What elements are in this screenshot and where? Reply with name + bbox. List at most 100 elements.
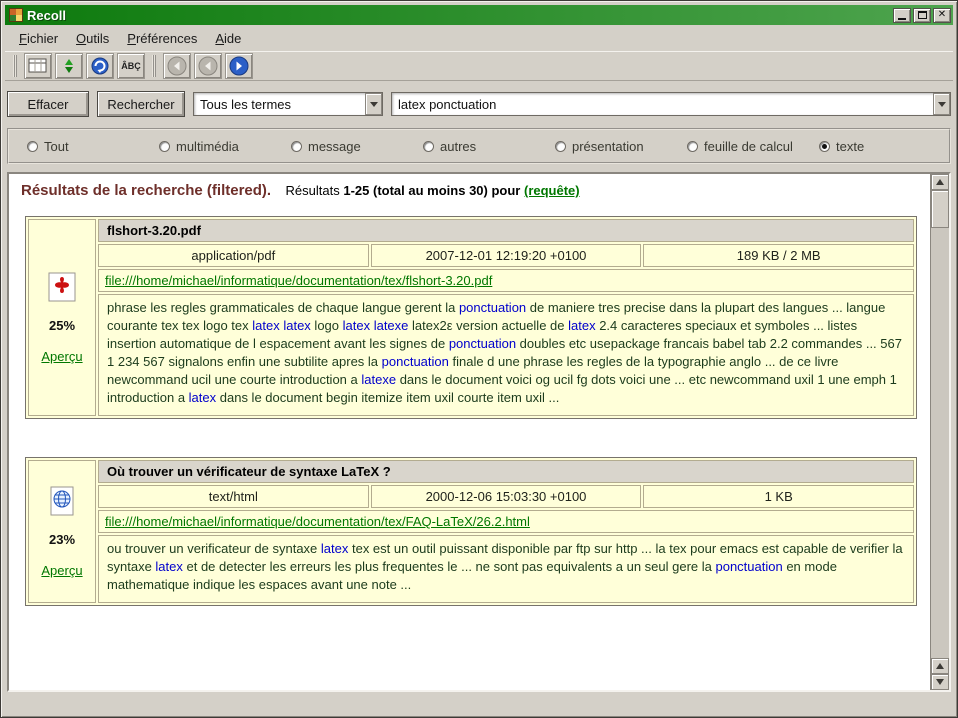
results-area: Résultats de la recherche (filtered). Ré…: [7, 172, 951, 692]
recoll-window: Recoll ✕ Fichier Outils Préférences Aide…: [0, 0, 958, 718]
preview-link[interactable]: Aperçu: [41, 563, 82, 578]
menu-aide[interactable]: Aide: [207, 29, 249, 48]
filter-autres[interactable]: autres: [423, 139, 555, 154]
search-mode-dropdown-button[interactable]: [365, 93, 382, 115]
first-page-button[interactable]: [163, 53, 191, 79]
history-globe-icon: [91, 57, 109, 75]
filter-texte[interactable]: texte: [819, 139, 864, 154]
clear-search-button[interactable]: [24, 53, 52, 79]
results-vertical-scrollbar[interactable]: [930, 174, 949, 690]
result-url-row: file:///home/michael/informatique/docume…: [98, 269, 914, 292]
result-1-doc-cell: 25% Aperçu: [28, 219, 96, 416]
result-item-1: 25% Aperçu flshort-3.20.pdf application/…: [25, 216, 917, 419]
previous-page-button[interactable]: [194, 53, 222, 79]
forward-arrow-icon: [229, 56, 249, 76]
result-1-main: flshort-3.20.pdf application/pdf 2007-12…: [98, 219, 914, 416]
recoll-app-icon: [9, 8, 23, 22]
radio-icon: [819, 141, 830, 152]
html-page-icon: [48, 486, 76, 516]
toolbar: ÂBÇ: [5, 51, 953, 81]
document-url-link[interactable]: file:///home/michael/informatique/docume…: [105, 273, 492, 288]
filter-presentation[interactable]: présentation: [555, 139, 687, 154]
scrollbar-thumb[interactable]: [931, 190, 949, 228]
filter-message[interactable]: message: [291, 139, 423, 154]
radio-icon: [291, 141, 302, 152]
next-page-button[interactable]: [225, 53, 253, 79]
chevron-down-icon: [370, 102, 378, 107]
search-mode-combobox[interactable]: Tous les termes: [193, 92, 383, 116]
table-icon: [28, 57, 48, 75]
results-title: Résultats de la recherche (filtered).: [21, 182, 271, 199]
search-button[interactable]: Rechercher: [97, 91, 185, 117]
filter-multimedia[interactable]: multimédia: [159, 139, 291, 154]
search-query-input[interactable]: [392, 97, 933, 112]
clear-button[interactable]: Effacer: [7, 91, 89, 117]
result-snippet: ou trouver un verificateur de syntaxe la…: [98, 535, 914, 603]
query-dropdown-button[interactable]: [933, 93, 950, 115]
result-url-row: file:///home/michael/informatique/docume…: [98, 510, 914, 533]
radio-icon: [687, 141, 698, 152]
scroll-up-button[interactable]: [931, 174, 949, 190]
menu-preferences[interactable]: Préférences: [119, 29, 205, 48]
relevance-percent: 25%: [49, 318, 75, 333]
menu-fichier[interactable]: Fichier: [11, 29, 66, 48]
date-modified: 2007-12-01 12:19:20 +0100: [371, 244, 642, 267]
results-list: Résultats de la recherche (filtered). Ré…: [9, 174, 928, 690]
mime-type: text/html: [98, 485, 369, 508]
menu-outils[interactable]: Outils: [68, 29, 117, 48]
radio-icon: [423, 141, 434, 152]
radio-icon: [27, 141, 38, 152]
result-2-main: Où trouver un vérificateur de syntaxe La…: [98, 460, 914, 603]
result-meta-row: text/html 2000-12-06 15:03:30 +0100 1 KB: [98, 485, 914, 508]
arrow-up-icon: [936, 663, 944, 669]
scrollbar-track[interactable]: [931, 228, 949, 658]
arrow-up-icon: [936, 179, 944, 185]
search-mode-value: Tous les termes: [194, 97, 365, 112]
category-filterbar: Tout multimédia message autres présentat…: [7, 128, 951, 164]
menubar: Fichier Outils Préférences Aide: [5, 27, 953, 49]
result-item-2: 23% Aperçu Où trouver un vérificateur de…: [25, 457, 917, 606]
results-stats: Résultats 1-25 (total au moins 30) pour …: [286, 183, 580, 198]
close-button[interactable]: ✕: [933, 8, 951, 23]
scroll-up-button-bottom[interactable]: [931, 658, 949, 674]
show-history-button[interactable]: [86, 53, 114, 79]
titlebar: Recoll ✕: [5, 5, 953, 25]
preview-link[interactable]: Aperçu: [41, 349, 82, 364]
file-size: 1 KB: [643, 485, 914, 508]
sort-arrows-icon: [60, 57, 78, 75]
status-bar: [5, 692, 953, 712]
chevron-down-icon: [938, 102, 946, 107]
filter-feuille-de-calcul[interactable]: feuille de calcul: [687, 139, 819, 154]
result-meta-row: application/pdf 2007-12-01 12:19:20 +010…: [98, 244, 914, 267]
file-size: 189 KB / 2 MB: [643, 244, 914, 267]
spell-abc-icon: ÂBÇ: [121, 61, 141, 71]
search-bar: Effacer Rechercher Tous les termes: [7, 90, 951, 118]
maximize-icon: [918, 11, 927, 19]
results-header: Résultats de la recherche (filtered). Ré…: [17, 180, 928, 206]
back-arrow-icon-2: [198, 56, 218, 76]
result-2-doc-cell: 23% Aperçu: [28, 460, 96, 603]
relevance-percent: 23%: [49, 532, 75, 547]
document-url-link[interactable]: file:///home/michael/informatique/docume…: [105, 514, 530, 529]
minimize-icon: [898, 18, 906, 20]
sort-results-button[interactable]: [55, 53, 83, 79]
result-snippet: phrase les regles grammaticales de chaqu…: [98, 294, 914, 416]
term-explorer-button[interactable]: ÂBÇ: [117, 53, 145, 79]
filter-tout[interactable]: Tout: [27, 139, 159, 154]
radio-icon: [159, 141, 170, 152]
minimize-button[interactable]: [893, 8, 911, 23]
pdf-icon: [48, 272, 76, 302]
date-modified: 2000-12-06 15:03:30 +0100: [371, 485, 642, 508]
toolbar-handle-2: [152, 55, 156, 77]
result-title: flshort-3.20.pdf: [98, 219, 914, 242]
maximize-button[interactable]: [913, 8, 931, 23]
toolbar-handle: [13, 55, 17, 77]
radio-icon: [555, 141, 566, 152]
window-title: Recoll: [27, 8, 891, 23]
mime-type: application/pdf: [98, 244, 369, 267]
back-arrow-icon: [167, 56, 187, 76]
scroll-down-button[interactable]: [931, 674, 949, 690]
query-combobox: [391, 92, 951, 116]
result-title: Où trouver un vérificateur de syntaxe La…: [98, 460, 914, 483]
query-details-link[interactable]: (requête): [524, 183, 580, 198]
